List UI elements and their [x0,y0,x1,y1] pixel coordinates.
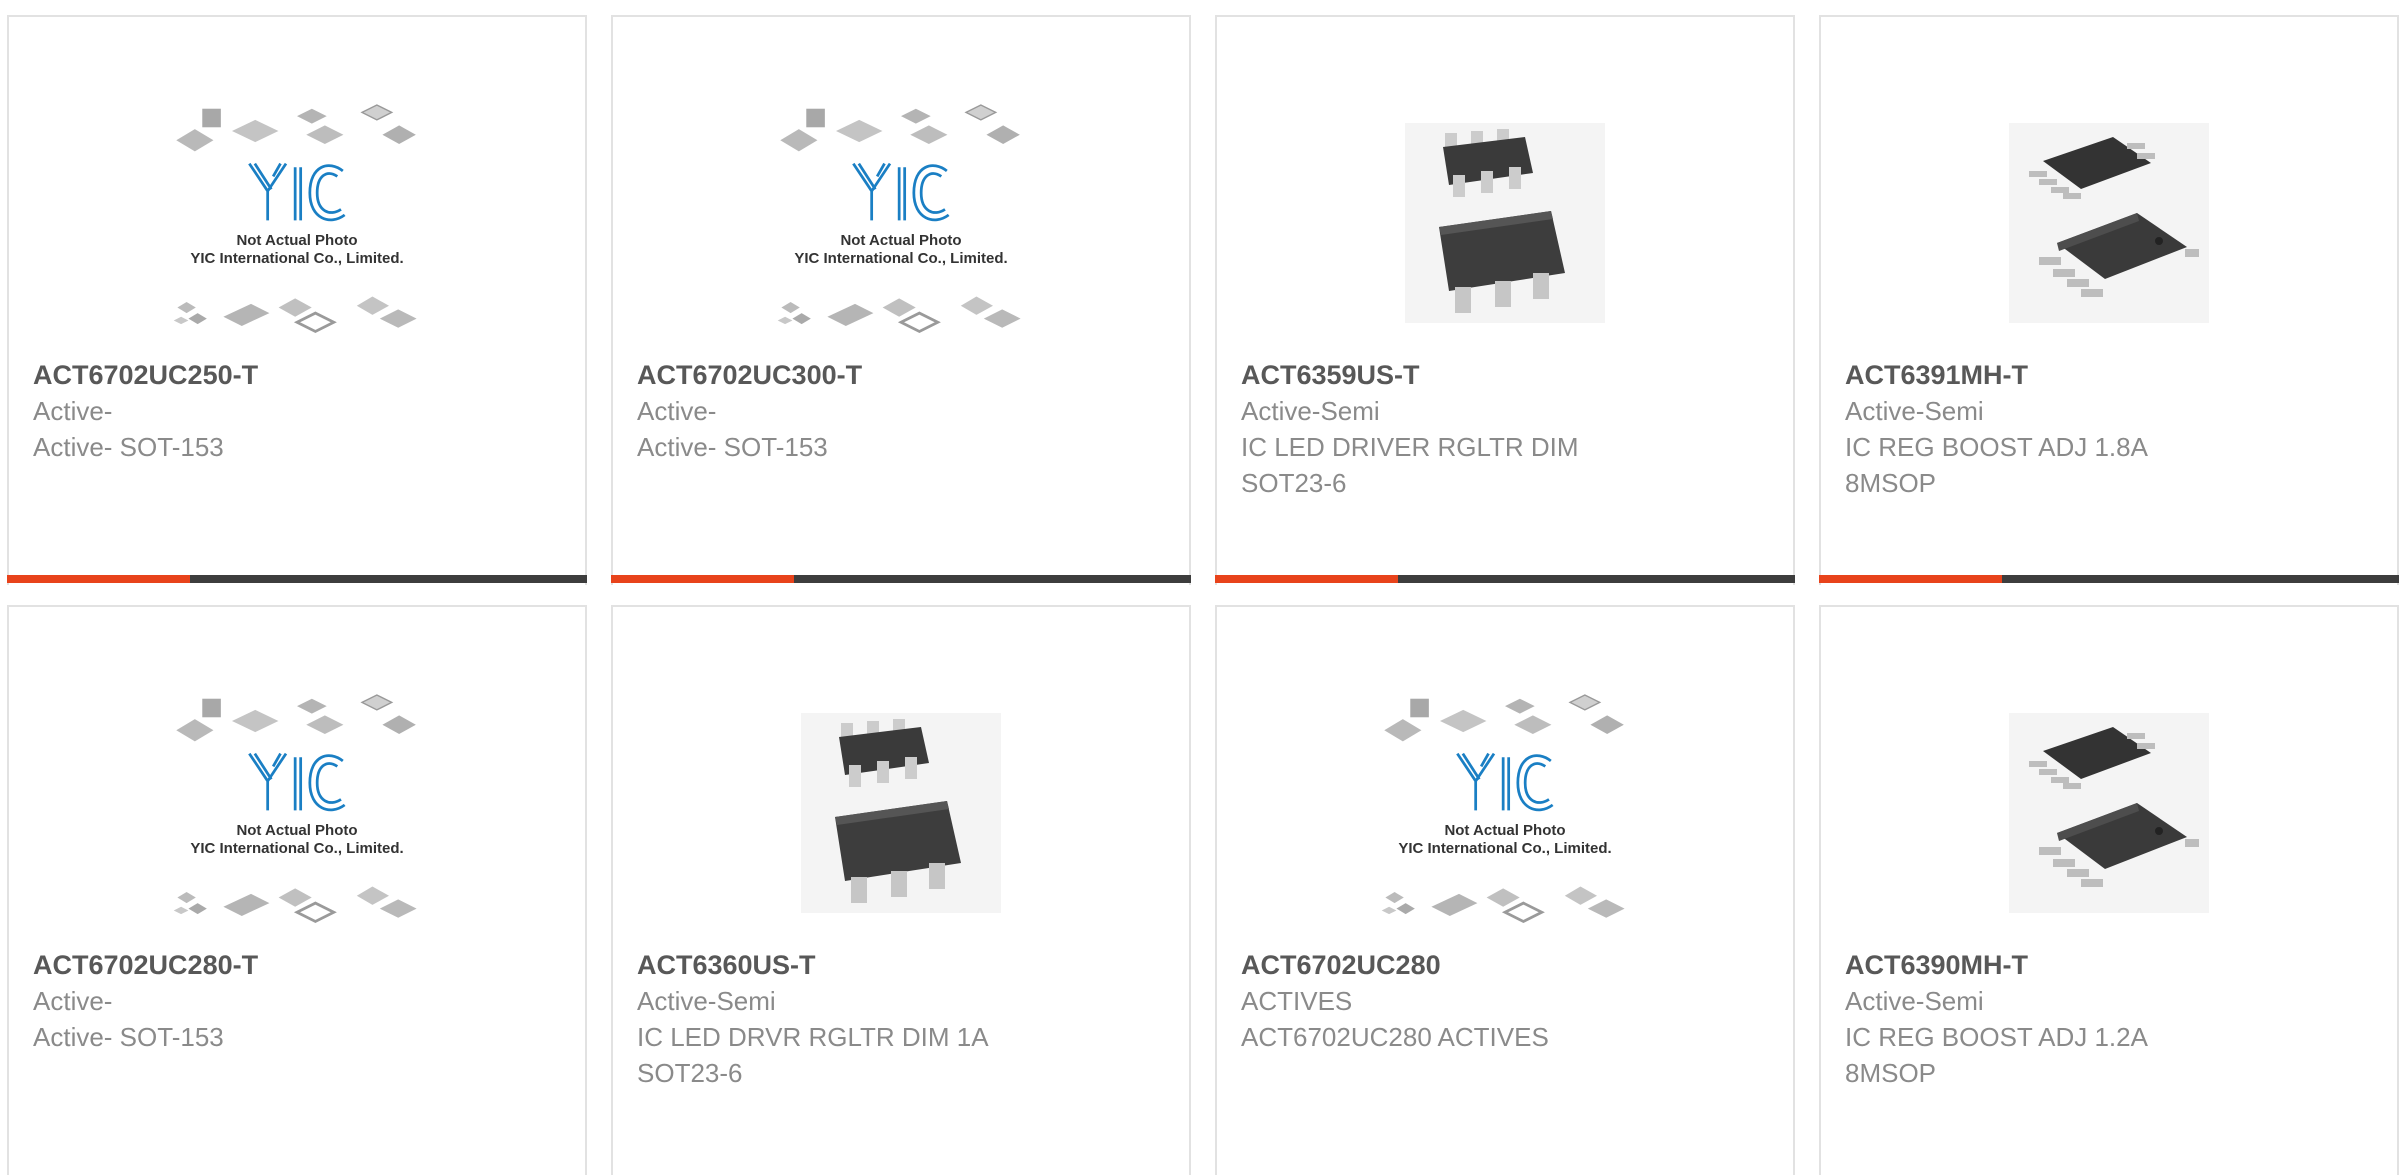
product-card[interactable]: Not Actual Photo YIC International Co., … [1215,605,1795,1175]
card-bottom-bar [1819,575,2399,583]
card-bottom-bar [7,575,587,583]
product-grid: Not Actual Photo YIC International Co., … [7,15,2399,1175]
product-card[interactable]: ACT6359US-T Active-Semi IC LED DRIVER RG… [1215,15,1795,585]
accent-bar [611,575,794,583]
manufacturer: ACTIVES [1241,986,1353,1016]
manufacturer: Active-Semi [637,986,776,1016]
manufacturer: Active-Semi [1241,396,1380,426]
description: IC LED DRIVER RGLTR DIM SOT23-6 [1241,432,1579,498]
part-number-link[interactable]: ACT6702UC250-T [33,357,561,393]
yic-placeholder-icon: Not Actual Photo YIC International Co., … [613,87,1189,359]
product-card[interactable]: Not Actual Photo YIC International Co., … [7,15,587,585]
manufacturer: Active- [33,396,113,426]
part-number-link[interactable]: ACT6360US-T [637,947,1165,983]
card-bottom-bar [611,575,1191,583]
yic-placeholder-icon: Not Actual Photo YIC International Co., … [9,677,585,949]
placeholder-line2: YIC International Co., Limited. [1398,840,1611,857]
placeholder-line2: YIC International Co., Limited. [190,840,403,857]
description: IC REG BOOST ADJ 1.8A 8MSOP [1845,432,2148,498]
msop-chip-icon [1821,87,2397,359]
placeholder-line1: Not Actual Photo [840,232,961,249]
description: Active- SOT-153 [637,432,828,462]
part-number-link[interactable]: ACT6702UC280-T [33,947,561,983]
sot23-chip-icon [1217,87,1793,359]
product-card[interactable]: ACT6391MH-T Active-Semi IC REG BOOST ADJ… [1819,15,2399,585]
product-card[interactable]: ACT6360US-T Active-Semi IC LED DRVR RGLT… [611,605,1191,1175]
part-number-link[interactable]: ACT6702UC300-T [637,357,1165,393]
placeholder-line1: Not Actual Photo [236,822,357,839]
manufacturer: Active-Semi [1845,986,1984,1016]
product-card[interactable]: Not Actual Photo YIC International Co., … [611,15,1191,585]
part-number-link[interactable]: ACT6390MH-T [1845,947,2373,983]
placeholder-line2: YIC International Co., Limited. [190,250,403,267]
msop-chip-icon [1821,677,2397,949]
accent-bar [1819,575,2002,583]
part-number-link[interactable]: ACT6359US-T [1241,357,1769,393]
placeholder-line1: Not Actual Photo [236,232,357,249]
placeholder-line1: Not Actual Photo [1444,822,1565,839]
product-card[interactable]: Not Actual Photo YIC International Co., … [7,605,587,1175]
manufacturer: Active- [33,986,113,1016]
placeholder-line2: YIC International Co., Limited. [794,250,1007,267]
description: Active- SOT-153 [33,432,224,462]
description: IC REG BOOST ADJ 1.2A 8MSOP [1845,1022,2148,1088]
description: ACT6702UC280 ACTIVES [1241,1022,1549,1052]
accent-bar [7,575,190,583]
description: IC LED DRVR RGLTR DIM 1A SOT23-6 [637,1022,989,1088]
yic-placeholder-icon: Not Actual Photo YIC International Co., … [9,87,585,359]
part-number-link[interactable]: ACT6702UC280 [1241,947,1769,983]
description: Active- SOT-153 [33,1022,224,1052]
sot23-chip-icon [613,677,1189,949]
product-card[interactable]: ACT6390MH-T Active-Semi IC REG BOOST ADJ… [1819,605,2399,1175]
yic-placeholder-icon: Not Actual Photo YIC International Co., … [1217,677,1793,949]
manufacturer: Active- [637,396,717,426]
manufacturer: Active-Semi [1845,396,1984,426]
part-number-link[interactable]: ACT6391MH-T [1845,357,2373,393]
card-bottom-bar [1215,575,1795,583]
accent-bar [1215,575,1398,583]
